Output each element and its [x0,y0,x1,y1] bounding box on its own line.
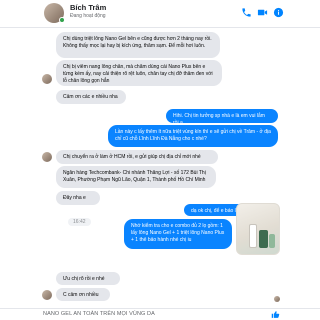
incoming-message: Ngân hàng Techcombank- Chi nhánh Thăng L… [56,166,216,188]
sender-avatar [42,152,52,162]
bottle-graphic [269,234,275,248]
video-icon[interactable] [257,7,268,18]
online-indicator [59,17,65,23]
phone-icon[interactable] [241,7,252,18]
incoming-message: Chị bị viêm nang lông chân, mà chăm dùng… [56,60,222,86]
incoming-message: Đây nha e [56,191,100,205]
thumbs-up-icon[interactable] [271,310,280,319]
sender-avatar [42,290,52,300]
bottle-graphic [249,224,257,248]
outgoing-message: Hihi. Chị tin tưởng sp nhà e là em vui l… [166,109,278,123]
outgoing-message: Nhớ kiểm tra cho e combo đủ 2 lọ gồm: 1 … [124,219,232,249]
contact-name[interactable]: Bích Trâm [70,3,106,12]
footer-caption: NANO GEL AN TOÀN TRÊN MỌI VÙNG DA [43,311,155,317]
outgoing-message: Lần này c lấy thêm ít nữa triệt vùng kín… [108,125,278,147]
message-timestamp: 16:42 [68,218,91,226]
incoming-message: C cảm ơn nhiều [56,288,110,301]
seen-indicator [274,296,280,302]
sender-avatar [42,74,52,84]
incoming-message: Chị chuyển ra ở làm ở HCM rồi, e gửi giú… [56,150,218,164]
contact-status: Đang hoạt động [70,13,106,19]
chat-header: Bích Trâm Đang hoạt động [0,0,320,28]
bottle-graphic [259,230,268,248]
incoming-message: Ưu chị rõ rồi e nhé [56,272,120,285]
incoming-message: Cảm ơn các e nhiều nha [56,90,126,104]
product-photo[interactable] [236,203,280,255]
incoming-message: Chị dùng triệt lông Nano Gel bên e cũng … [56,32,220,58]
info-icon[interactable] [273,7,284,18]
composer-bar: NANO GEL AN TOÀN TRÊN MỌI VÙNG DA [0,308,320,320]
